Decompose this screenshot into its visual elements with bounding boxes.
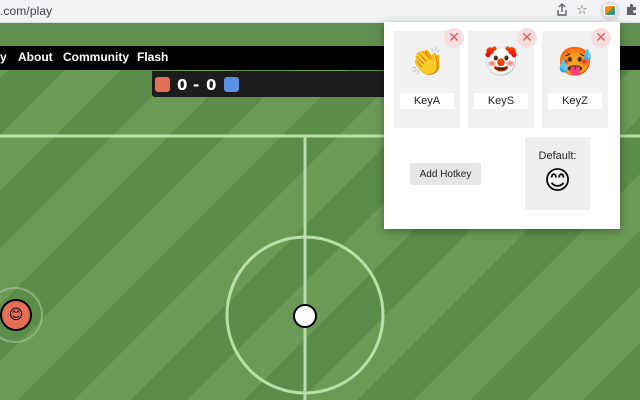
hotkey-key-label: KeyA — [400, 93, 454, 109]
ball — [293, 304, 317, 328]
player-emoji: 😊 — [8, 307, 24, 323]
default-emoji: 😊 — [543, 166, 572, 196]
puzzle-icon[interactable] — [623, 3, 639, 19]
red-team-indicator — [155, 77, 170, 92]
score-separator: - — [193, 76, 200, 94]
red-score: 0 — [177, 76, 188, 94]
nav-link-about[interactable]: About — [18, 50, 53, 64]
remove-hotkey-button[interactable]: ✕ — [444, 28, 464, 48]
emoji-extension-icon — [604, 5, 616, 16]
hotkey-emoji: 🤡 — [483, 45, 519, 78]
hotkey-key-label: KeyZ — [548, 93, 602, 109]
scoreboard — [152, 71, 412, 97]
browser-toolbar: .com/play ☆ — [0, 0, 640, 23]
blue-team-indicator — [224, 77, 239, 92]
remove-hotkey-button[interactable]: ✕ — [517, 28, 537, 48]
hotkey-emoji: 🥵 — [557, 45, 593, 78]
blue-score: 0 — [206, 76, 217, 94]
red-player: 😊 — [0, 299, 32, 331]
default-emoji-card[interactable]: Default: 😊 — [525, 137, 590, 210]
hotkey-emoji: 👏 — [409, 45, 445, 78]
nav-link-flash[interactable]: Flash — [137, 50, 168, 64]
default-label: Default: — [538, 150, 577, 162]
nav-link-play[interactable]: y — [0, 50, 7, 64]
star-icon[interactable]: ☆ — [574, 3, 590, 19]
remove-hotkey-button[interactable]: ✕ — [591, 28, 611, 48]
address-bar-url[interactable]: .com/play — [0, 4, 52, 18]
hotkey-key-label: KeyS — [474, 93, 528, 109]
share-icon[interactable] — [554, 3, 570, 19]
add-hotkey-button[interactable]: Add Hotkey — [410, 163, 481, 185]
nav-link-community[interactable]: Community — [63, 50, 129, 64]
